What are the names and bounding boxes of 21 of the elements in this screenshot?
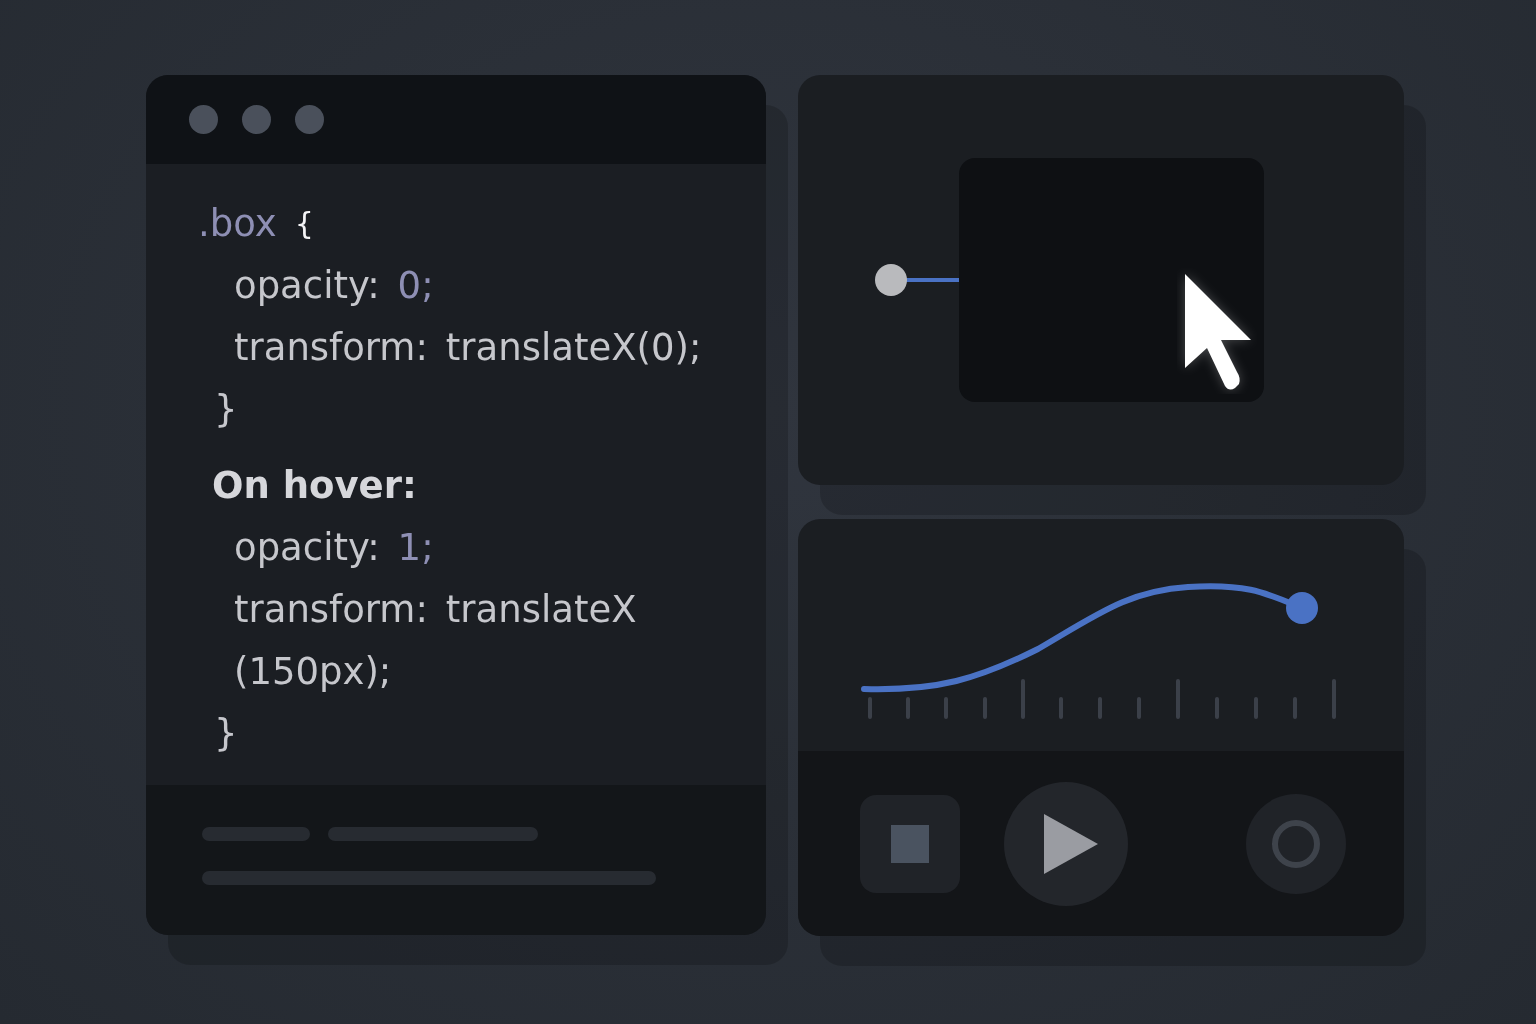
window-control-icon[interactable] bbox=[295, 105, 324, 134]
code-text: 0; bbox=[397, 263, 434, 307]
play-icon bbox=[1044, 813, 1098, 874]
record-icon bbox=[1271, 818, 1321, 869]
code-text: opacity: bbox=[234, 263, 380, 307]
code-text: } bbox=[214, 711, 238, 755]
window-control-icon[interactable] bbox=[189, 105, 218, 134]
code-text: (150px); bbox=[234, 649, 392, 693]
window-control-icon[interactable] bbox=[242, 105, 271, 134]
code-text: transform: bbox=[234, 325, 428, 369]
code-text: } bbox=[214, 387, 238, 431]
code-text: .box bbox=[198, 201, 277, 245]
section-heading: On hover: bbox=[212, 463, 417, 507]
stop-icon bbox=[891, 824, 929, 863]
code-text: translateX bbox=[445, 587, 637, 631]
code-text: opacity: bbox=[234, 525, 380, 569]
code-text: { bbox=[294, 205, 314, 241]
code-text: translateX(0); bbox=[445, 325, 702, 369]
stop-button[interactable] bbox=[860, 794, 960, 893]
code-text: 1; bbox=[397, 525, 434, 569]
code-text: transform: bbox=[234, 587, 428, 631]
